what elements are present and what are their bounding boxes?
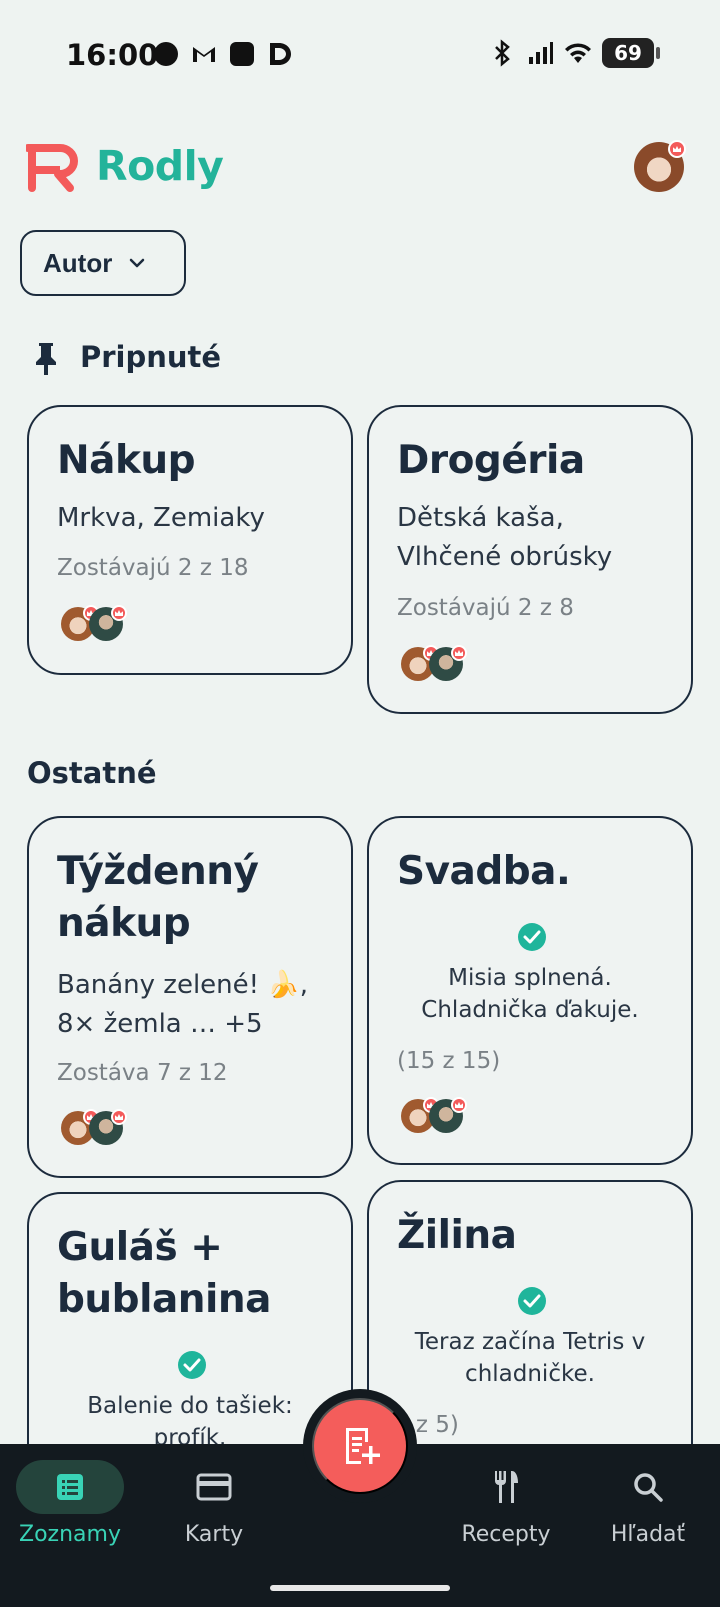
check-circle-icon [178,1351,206,1379]
done-message-line: Balenie do tašiek: [87,1393,293,1419]
done-message-line: Teraz začína Tetris v [414,1329,646,1355]
rodly-logo-icon [26,144,78,192]
new-list-icon [346,1428,380,1464]
signal-icon [529,42,553,64]
app-square-icon [230,42,254,66]
member-avatars [61,1109,131,1147]
new-list-button[interactable] [312,1398,408,1494]
card-title-line: Guláš + [57,1225,223,1270]
nav-label: Recepty [461,1522,551,1547]
card-item-line: Banány zelené! 🍌, [57,970,308,1000]
avatar [89,605,127,641]
card-title: Nákup [57,438,196,483]
app-name: Rodly [96,142,224,190]
member-avatars [61,605,131,643]
card-items: Banány zelené! 🍌, 8× žemla … +5 [57,966,308,1044]
crown-icon [111,1109,127,1125]
member-avatars [401,645,471,683]
nav-item-zoznamy[interactable]: Zoznamy [0,1444,140,1564]
member-avatars [401,1097,471,1135]
done-message: Teraz začína Tetris v chladničke. [369,1326,691,1390]
card-remaining: Zostávajú 2 z 18 [57,555,249,581]
crown-icon [668,140,686,158]
done-message-line: Chladnička ďakuje. [421,997,639,1023]
done-message-line: Misia splnená. [448,965,612,991]
crown-icon [111,605,127,621]
pin-icon [36,343,56,375]
list-icon [57,1474,83,1500]
cutlery-icon [495,1471,518,1503]
d-app-icon [270,43,291,65]
card-items: Mrkva, Zemiaky [57,503,265,533]
system-icons: 69 [488,38,660,68]
card-title: Žilina [397,1213,517,1258]
crown-icon [451,645,467,661]
home-indicator [270,1585,450,1591]
nav-label: Hľadať [610,1522,686,1547]
profile-avatar[interactable] [634,140,686,192]
battery-indicator: 69 [602,38,660,68]
notification-icons [152,40,294,68]
list-card-svadba[interactable]: Svadba. Misia splnená. Chladnička ďakuje… [367,816,693,1165]
check-circle-icon [518,1287,546,1315]
done-count: (15 z 15) [397,1048,501,1074]
status-time: 16:00 [66,38,159,72]
list-card-nakup[interactable]: Nákup Mrkva, Zemiaky Zostávajú 2 z 18 [27,405,353,675]
card-title-line: Týždenný [57,849,259,894]
card-title: Drogéria [397,438,585,483]
nav-item-karty[interactable]: Karty [144,1444,284,1564]
chevron-down-icon [130,258,145,268]
card-title-line: nákup [57,901,191,946]
gmail-icon [193,47,215,62]
check-circle-icon [518,923,546,951]
card-items: Dětská kaša, Vlhčené obrúsky [397,499,612,577]
card-title-line: bublanina [57,1277,272,1322]
nav-pill [160,1460,268,1514]
nav-pill [16,1460,124,1514]
nav-pill [594,1460,702,1514]
nav-item-hladat[interactable]: Hľadať [578,1444,718,1564]
avatar [89,1109,127,1145]
nav-pill [452,1460,560,1514]
others-section-title: Ostatné [27,756,157,790]
status-bar: 16:00 69 [0,0,720,115]
avatar [429,645,467,681]
card-remaining: Zostáva 7 z 12 [57,1060,228,1086]
card-title: Svadba. [397,849,571,894]
author-filter-dropdown[interactable]: Autor [20,230,186,296]
list-card-tyzdenny-nakup[interactable]: Týždenný nákup Banány zelené! 🍌, 8× žeml… [27,816,353,1178]
done-message: Misia splnená. Chladnička ďakuje. [369,962,691,1026]
author-filter-label: Autor [43,247,113,278]
nav-label: Karty [184,1522,244,1547]
app-header: Rodly [0,130,720,210]
bluetooth-icon [495,39,510,67]
crown-icon [451,1097,467,1113]
card-item-line: Vlhčené obrúsky [397,542,613,572]
avatar [429,1097,467,1133]
card-item-line: Dětská kaša, [397,503,564,533]
nav-item-recepty[interactable]: Recepty [436,1444,576,1564]
card-item-line: 8× žemla … +5 [57,1009,263,1039]
list-card-drogeria[interactable]: Drogéria Dětská kaša, Vlhčené obrúsky Zo… [367,405,693,714]
wifi-icon [565,43,591,63]
nav-label: Zoznamy [19,1522,121,1547]
circle-notification-icon [154,42,178,66]
card-remaining: Zostávajú 2 z 8 [397,595,574,621]
card-title: Guláš + bublanina [57,1222,272,1326]
pinned-section-title: Pripnuté [80,340,222,374]
card-title: Týždenný nákup [57,846,259,950]
card-icon [196,1473,232,1501]
search-icon [634,1473,663,1502]
done-message-line: chladničke. [465,1361,595,1387]
